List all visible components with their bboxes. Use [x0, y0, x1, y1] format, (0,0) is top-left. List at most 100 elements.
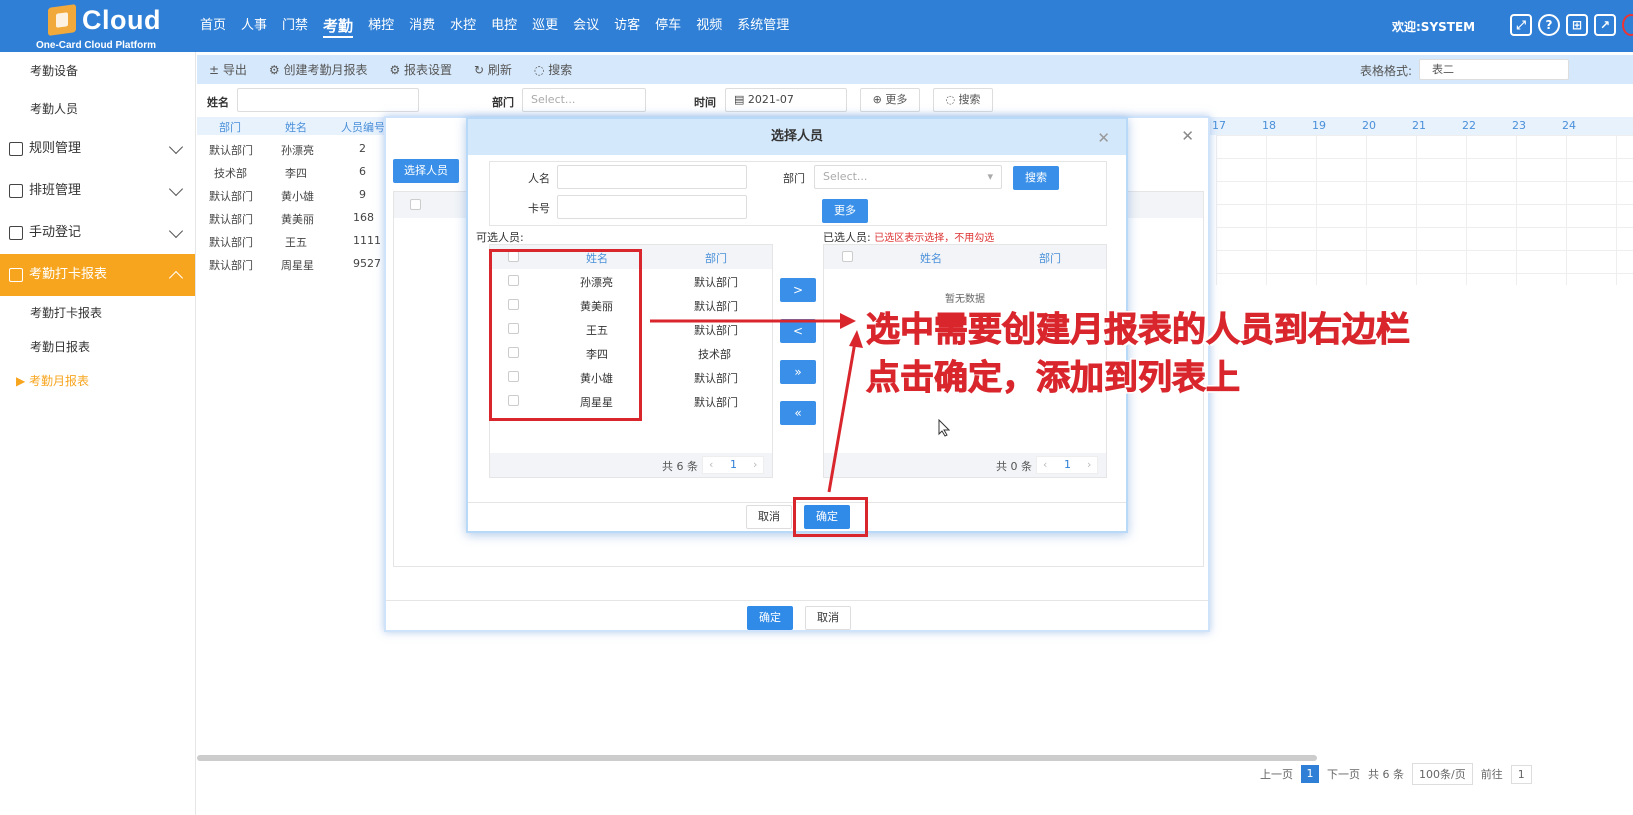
external-link-icon[interactable]: ↗	[1594, 14, 1616, 36]
sidebar-item-daily-report[interactable]: 考勤日报表	[0, 330, 195, 364]
table-row[interactable]: 默认部门 周星星 9527	[197, 252, 387, 275]
selected-note: 已选区表示选择，不用勾选	[874, 233, 995, 244]
chevron-right-icon[interactable]: ›	[753, 458, 757, 471]
department-select[interactable]: Select... ▾	[814, 165, 1002, 189]
sidebar-group-report[interactable]: 考勤打卡报表	[0, 254, 195, 296]
page-number[interactable]: 1	[1064, 458, 1071, 471]
goto-input[interactable]: 1	[1510, 764, 1532, 784]
table-row[interactable]: 技术部 李四 6	[197, 160, 387, 183]
col-dept: 部门	[705, 252, 727, 265]
nav-meeting[interactable]: 会议	[573, 0, 599, 52]
page-number[interactable]: 1	[730, 458, 737, 471]
page-number[interactable]: 1	[1301, 765, 1319, 783]
move-all-right-button[interactable]: »	[780, 360, 816, 384]
nav-visitor[interactable]: 访客	[614, 0, 640, 52]
logo-word: Cloud	[82, 5, 161, 35]
page-switcher[interactable]: ‹ 1 ›	[1036, 456, 1098, 474]
create-monthly-report-button[interactable]: ⚙ 创建考勤月报表	[269, 61, 368, 78]
logo-subtitle: One-Card Cloud Platform	[36, 40, 157, 51]
dept-select[interactable]: Select...	[522, 88, 646, 112]
logo[interactable]: Cloud One-Card Cloud Platform	[36, 2, 186, 52]
name-input[interactable]	[237, 88, 419, 112]
nav-patrol[interactable]: 巡更	[532, 0, 558, 52]
nav-power[interactable]: 电控	[491, 0, 517, 52]
time-input[interactable]: ▤ 2021-07	[725, 88, 847, 112]
chevron-left-icon[interactable]: ‹	[709, 458, 713, 471]
nav-consumption[interactable]: 消费	[409, 0, 435, 52]
person-name-input[interactable]	[557, 165, 747, 189]
sidebar-group-schedule[interactable]: 排班管理	[0, 170, 195, 212]
table-row[interactable]: 默认部门 王五 1111	[197, 229, 387, 252]
close-icon[interactable]: ✕	[1097, 129, 1110, 147]
sidebar-group-label: 手动登记	[29, 225, 82, 240]
name-label: 姓名	[207, 96, 229, 109]
per-page-select[interactable]: 100条/页	[1412, 763, 1473, 785]
chevron-down-icon	[168, 223, 184, 239]
chevron-left-icon[interactable]: ‹	[1043, 458, 1047, 471]
filter-search-button[interactable]: ◌ 搜索	[933, 88, 993, 112]
select-all-checkbox[interactable]	[842, 251, 853, 262]
department-label: 部门	[783, 172, 805, 185]
chevron-up-icon	[168, 270, 184, 286]
nav-parking[interactable]: 停车	[655, 0, 681, 52]
cell-name: 李四	[285, 167, 307, 180]
dialog-search-button[interactable]: 搜索	[1013, 166, 1059, 190]
chart-icon	[9, 268, 23, 282]
refresh-button[interactable]: ↻ 刷新	[474, 61, 512, 78]
prev-page-button[interactable]: 上一页	[1260, 766, 1293, 782]
annotation-line-2: 点击确定，添加到列表上	[866, 358, 1241, 399]
move-right-button[interactable]: >	[780, 278, 816, 302]
nav-system[interactable]: 系统管理	[737, 0, 789, 52]
person-dept: 默认部门	[694, 396, 738, 409]
empty-state: 暂无数据	[945, 294, 985, 305]
outer-cancel-button[interactable]: 取消	[805, 606, 851, 630]
format-select[interactable]: 表二	[1419, 59, 1569, 80]
chevron-right-icon[interactable]: ›	[1087, 458, 1091, 471]
nav-access[interactable]: 门禁	[282, 0, 308, 52]
dialog-more-button[interactable]: 更多	[822, 199, 868, 223]
sidebar-group-manual[interactable]: 手动登记	[0, 212, 195, 254]
export-button[interactable]: ± 导出	[209, 61, 247, 78]
selected-label-text: 已选人员:	[823, 231, 871, 244]
cell-name: 黄美丽	[281, 213, 314, 226]
fullscreen-icon[interactable]: ⤢	[1510, 14, 1532, 36]
nav-water[interactable]: 水控	[450, 0, 476, 52]
power-icon[interactable]	[1622, 14, 1633, 36]
table-row[interactable]: 默认部门 孙漂亮 2	[197, 137, 387, 160]
outer-ok-button[interactable]: 确定	[747, 606, 793, 630]
sidebar-item-attendance-staff[interactable]: 考勤人员	[0, 90, 195, 128]
report-settings-button[interactable]: ⚙ 报表设置	[389, 61, 452, 78]
more-button[interactable]: ⊕ 更多	[860, 88, 920, 112]
nav-home[interactable]: 首页	[200, 0, 226, 52]
cell-id: 9527	[353, 257, 381, 270]
sidebar-item-monthly-report[interactable]: ▶ 考勤月报表	[0, 364, 195, 398]
nav-elevator[interactable]: 梯控	[368, 0, 394, 52]
person-dept: 默认部门	[694, 276, 738, 289]
table-row[interactable]: 默认部门 黄小雄 9	[197, 183, 387, 206]
search-button[interactable]: ◌ 搜索	[534, 61, 572, 78]
next-page-button[interactable]: 下一页	[1327, 766, 1360, 782]
horizontal-scrollbar[interactable]	[197, 755, 1317, 761]
select-all-checkbox[interactable]	[410, 199, 421, 210]
sidebar-item-punch-report[interactable]: 考勤打卡报表	[0, 296, 195, 330]
dialog-cancel-button[interactable]: 取消	[746, 505, 792, 529]
close-icon[interactable]: ✕	[1181, 127, 1194, 145]
chevron-down-icon	[168, 181, 184, 197]
sidebar-item-attendance-device[interactable]: 考勤设备	[0, 52, 195, 90]
selected-pagination: 共 0 条 ‹ 1 ›	[824, 453, 1106, 477]
select-person-button[interactable]: 选择人员	[393, 159, 459, 183]
main-nav: 首页 人事 门禁 考勤 梯控 消费 水控 电控 巡更 会议 访客 停车 视频 系…	[200, 0, 804, 52]
nav-attendance[interactable]: 考勤	[323, 0, 354, 52]
card-number-input[interactable]	[557, 195, 747, 219]
th-day: 18	[1262, 119, 1276, 132]
help-icon[interactable]: ?	[1538, 14, 1560, 36]
nav-personnel[interactable]: 人事	[241, 0, 267, 52]
table-row[interactable]: 默认部门 黄美丽 168	[197, 206, 387, 229]
page-switcher[interactable]: ‹ 1 ›	[702, 456, 764, 474]
th-id: 人员编号	[341, 121, 385, 134]
sidebar-group-rules[interactable]: 规则管理	[0, 128, 195, 170]
move-all-left-button[interactable]: «	[780, 401, 816, 425]
nav-video[interactable]: 视频	[696, 0, 722, 52]
move-left-button[interactable]: <	[780, 319, 816, 343]
qrcode-icon[interactable]: ⊞	[1566, 14, 1588, 36]
